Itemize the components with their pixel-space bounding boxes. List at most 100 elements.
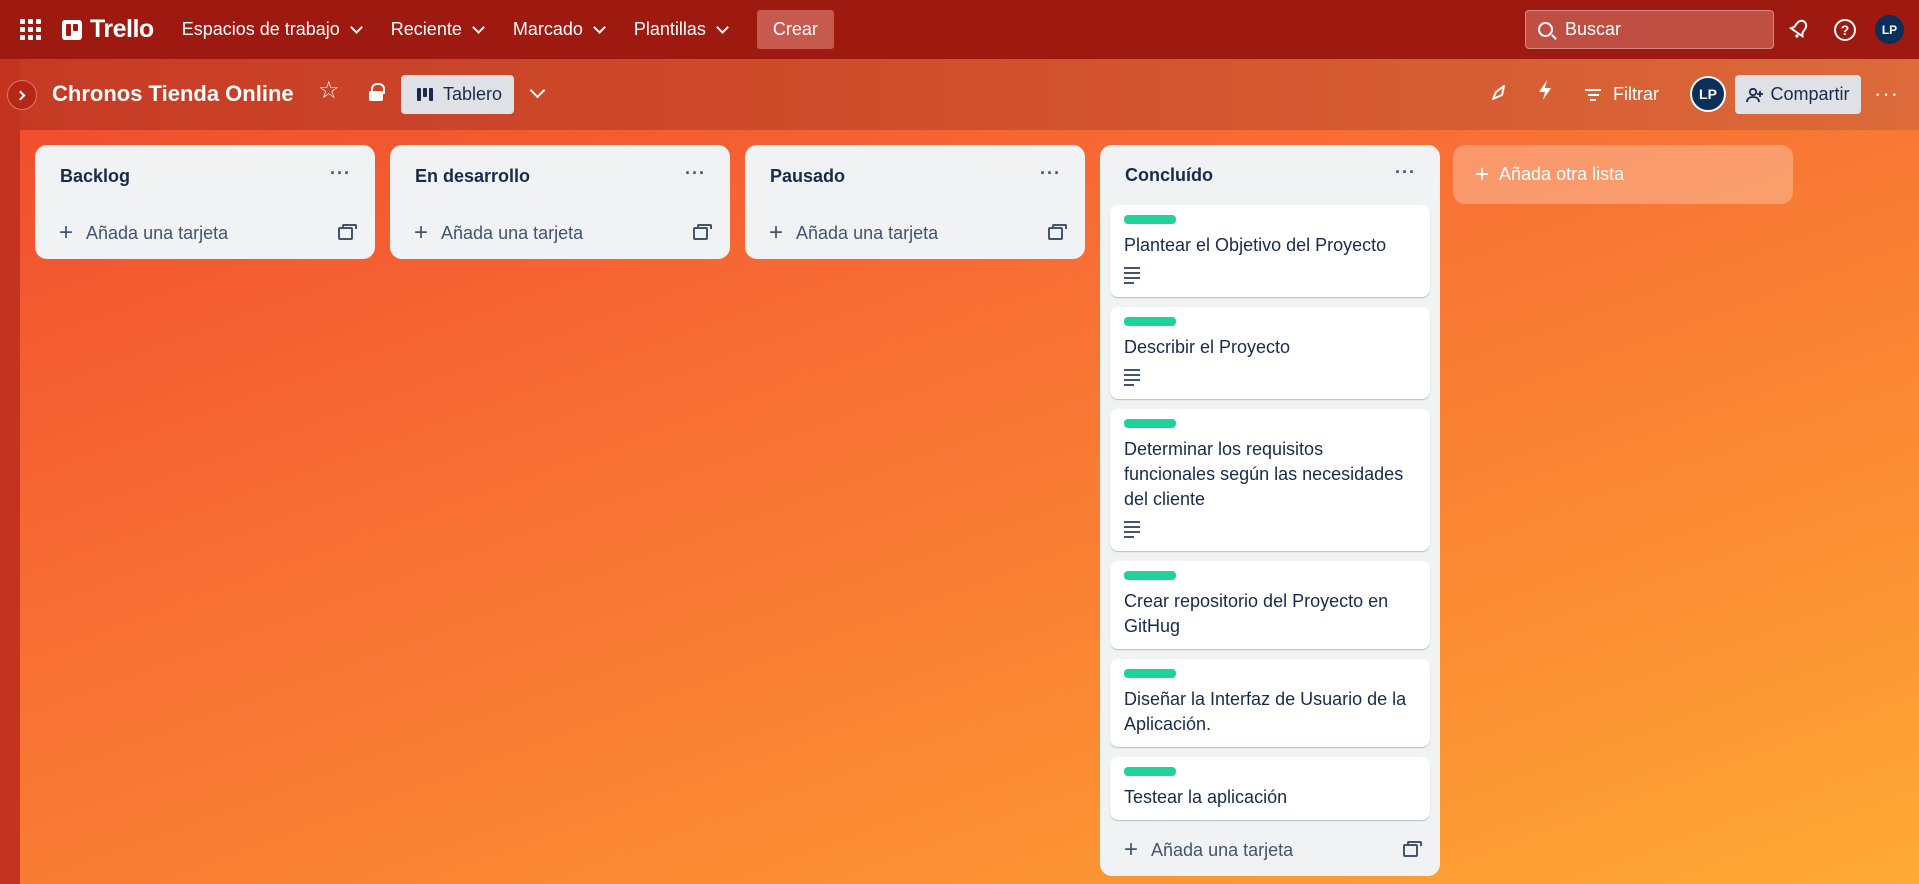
search-placeholder: Buscar: [1565, 19, 1622, 39]
list-header: Backlog ···: [45, 145, 365, 207]
notifications-icon[interactable]: [1786, 16, 1812, 42]
nav-templates[interactable]: Plantillas: [633, 10, 729, 50]
list-en-desarrollo: En desarrollo ··· + Añada una tarjeta: [390, 145, 730, 259]
board-title[interactable]: Chronos Tienda Online: [52, 81, 294, 107]
card-template-icon[interactable]: [1048, 223, 1067, 240]
description-icon: [1124, 267, 1140, 284]
add-card-button[interactable]: + Añada una tarjeta: [755, 207, 1075, 259]
share-label: Compartir: [1770, 84, 1850, 104]
card-title: Plantear el Objetivo del Proyecto: [1124, 235, 1387, 255]
chevron-down-icon: [593, 20, 606, 34]
card-template-icon[interactable]: [1403, 840, 1422, 857]
board-view-button[interactable]: Tablero: [401, 75, 514, 114]
list-menu-icon[interactable]: ···: [330, 163, 351, 184]
list-menu-icon[interactable]: ···: [685, 163, 706, 184]
board-menu-icon[interactable]: ···: [1874, 81, 1899, 107]
add-card-label: Añada una tarjeta: [86, 222, 229, 243]
user-avatar[interactable]: LP: [1875, 15, 1904, 44]
add-list-button[interactable]: + Añada otra lista: [1453, 145, 1793, 204]
board-view-label: Tablero: [443, 84, 503, 104]
card[interactable]: Determinar los requisitos funcionales se…: [1110, 409, 1430, 551]
list-menu-icon[interactable]: ···: [1395, 162, 1416, 183]
help-icon[interactable]: ?: [1832, 17, 1858, 43]
automation-icon[interactable]: [1537, 79, 1553, 107]
list-title[interactable]: Concluído: [1125, 165, 1213, 186]
list-title[interactable]: Backlog: [60, 166, 130, 187]
card-label-green[interactable]: [1124, 317, 1176, 326]
filter-label: Filtrar: [1613, 84, 1659, 104]
add-card-label: Añada una tarjeta: [796, 222, 939, 243]
card-title: Crear repositorio del Proyecto en GitHug: [1124, 591, 1389, 636]
board-header: Chronos Tienda Online ☆ Tablero Filtrar …: [0, 59, 1919, 130]
description-icon: [1124, 369, 1140, 386]
chevron-right-icon: [15, 90, 26, 100]
power-ups-icon[interactable]: [1490, 82, 1510, 102]
add-card-label: Añada una tarjeta: [441, 222, 584, 243]
card-title: Determinar los requisitos funcionales se…: [1124, 439, 1404, 509]
add-user-icon: [1746, 87, 1764, 102]
card-template-icon[interactable]: [693, 223, 712, 240]
plus-icon: +: [1124, 836, 1139, 863]
trello-logo[interactable]: Trello: [62, 15, 154, 44]
search-input[interactable]: Buscar: [1525, 10, 1774, 49]
chevron-down-icon: [716, 20, 729, 34]
plus-icon: +: [59, 219, 74, 246]
card-label-green[interactable]: [1124, 669, 1176, 678]
card[interactable]: Diseñar la Interfaz de Usuario de la Apl…: [1110, 659, 1430, 747]
card[interactable]: Crear repositorio del Proyecto en GitHug: [1110, 561, 1430, 649]
add-list-label: Añada otra lista: [1499, 164, 1625, 184]
plus-icon: +: [769, 219, 784, 246]
search-icon: [1538, 22, 1553, 37]
card-title: Describir el Proyecto: [1124, 337, 1291, 357]
card[interactable]: Plantear el Objetivo del Proyecto: [1110, 205, 1430, 297]
board-view-icon: [417, 88, 433, 101]
description-icon: [1124, 521, 1140, 538]
filter-icon: [1585, 86, 1601, 104]
nav-templates-label: Plantillas: [633, 19, 706, 39]
card-title: Diseñar la Interfaz de Usuario de la Apl…: [1124, 689, 1407, 734]
trello-logo-icon: [62, 19, 82, 40]
nav-recent-label: Reciente: [390, 19, 462, 39]
list-header: Pausado ···: [755, 145, 1075, 207]
plus-icon: +: [414, 219, 429, 246]
card-label-green[interactable]: [1124, 215, 1176, 224]
chevron-down-icon[interactable]: [529, 82, 546, 99]
app-switcher-icon[interactable]: [20, 18, 42, 41]
list-header: En desarrollo ···: [400, 145, 720, 207]
nav-workspaces[interactable]: Espacios de trabajo: [181, 10, 363, 50]
star-icon[interactable]: ☆: [318, 79, 340, 103]
list-menu-icon[interactable]: ···: [1040, 163, 1061, 184]
add-card-button[interactable]: + Añada una tarjeta: [1110, 824, 1430, 876]
filter-button[interactable]: Filtrar: [1585, 75, 1659, 114]
list-title[interactable]: En desarrollo: [415, 166, 530, 187]
list-concluido: Concluído ··· Plantear el Objetivo del P…: [1100, 145, 1440, 876]
list-header: Concluído ···: [1110, 145, 1430, 205]
add-card-button[interactable]: + Añada una tarjeta: [45, 207, 365, 259]
list-backlog: Backlog ··· + Añada una tarjeta: [35, 145, 375, 259]
card-label-green[interactable]: [1124, 419, 1176, 428]
chevron-down-icon: [349, 20, 363, 34]
list-pausado: Pausado ··· + Añada una tarjeta: [745, 145, 1085, 259]
board-member-avatar[interactable]: LP: [1690, 76, 1726, 112]
share-button[interactable]: Compartir: [1735, 75, 1861, 114]
chevron-down-icon: [471, 20, 485, 34]
nav-recent[interactable]: Reciente: [390, 10, 485, 50]
card-title: Testear la aplicación: [1124, 787, 1288, 807]
lock-icon[interactable]: [368, 83, 385, 101]
card-template-icon[interactable]: [338, 223, 357, 240]
card-label-green[interactable]: [1124, 767, 1176, 776]
sidebar-expand-button[interactable]: [7, 80, 37, 110]
nav-workspaces-label: Espacios de trabajo: [181, 19, 340, 39]
card[interactable]: Describir el Proyecto: [1110, 307, 1430, 399]
card[interactable]: Testear la aplicación: [1110, 757, 1430, 820]
plus-icon: +: [1475, 160, 1490, 188]
card-label-green[interactable]: [1124, 571, 1176, 580]
trello-logo-text: Trello: [90, 15, 154, 43]
nav-starred[interactable]: Marcado: [513, 10, 606, 50]
add-card-button[interactable]: + Añada una tarjeta: [400, 207, 720, 259]
create-button[interactable]: Crear: [756, 10, 834, 49]
top-navigation-bar: Trello Espacios de trabajo Reciente Marc…: [0, 0, 1919, 59]
list-title[interactable]: Pausado: [770, 166, 845, 187]
add-card-label: Añada una tarjeta: [1151, 839, 1294, 860]
sidebar-collapsed: [0, 59, 20, 884]
